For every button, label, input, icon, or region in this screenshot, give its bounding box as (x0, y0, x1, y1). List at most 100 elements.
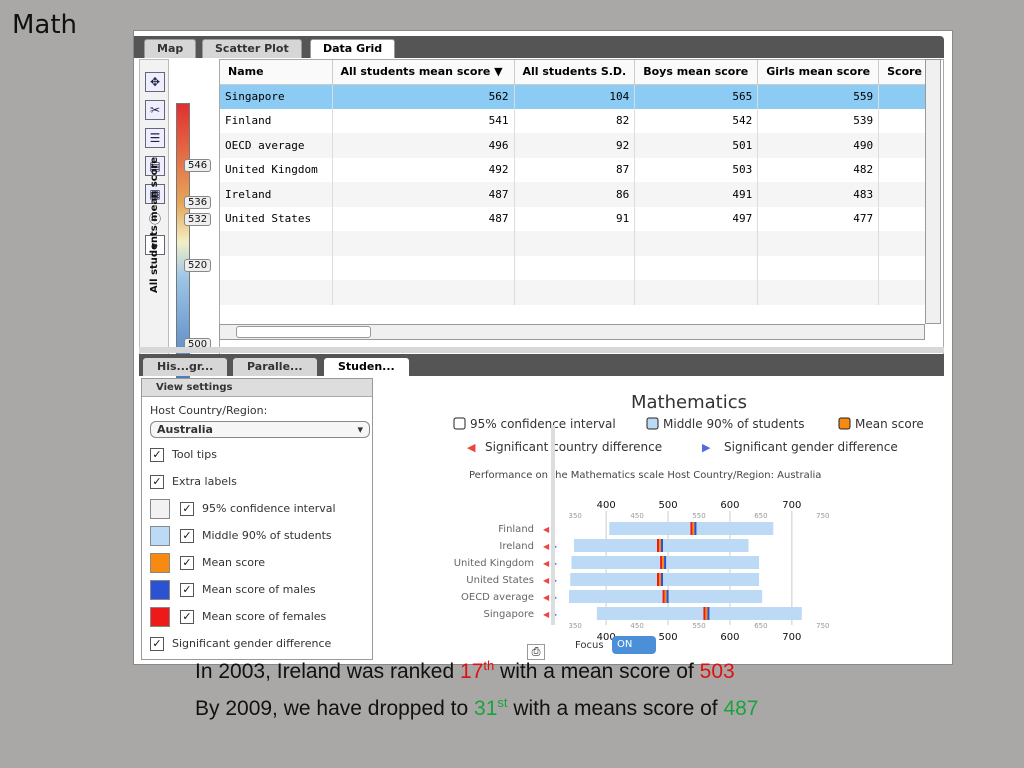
color-swatch[interactable] (150, 553, 170, 573)
check-label: 95% confidence interval (202, 502, 336, 515)
tab-scatter-plot[interactable]: Scatter Plot (202, 39, 302, 58)
chart-zoom-slider[interactable] (551, 425, 555, 625)
male-mean-mark (664, 556, 667, 569)
check-tooltips[interactable]: ✓ Tool tips (150, 445, 217, 465)
cell-name: United States (220, 206, 333, 231)
country-diff-icon: ◀ (543, 610, 550, 619)
checkbox[interactable]: ✓ (150, 475, 164, 489)
slide-caption: In 2003, Ireland was ranked 17th with a … (195, 650, 759, 724)
mean-mark (705, 607, 708, 620)
slider-tag[interactable]: 536 (184, 196, 212, 209)
chevron-down-icon: ▾ (357, 423, 363, 436)
legend-females[interactable]: ✓ Mean score of females (150, 607, 326, 627)
legend-ci[interactable]: ✓ 95% confidence interval (150, 499, 336, 519)
caption-line-2: By 2009, we have dropped to 31st with a … (195, 695, 759, 720)
cell-sd: 91 (514, 206, 636, 231)
panel-splitter[interactable] (139, 347, 944, 353)
country-diff-icon: ◀ (543, 559, 550, 568)
check-extra-labels[interactable]: ✓ Extra labels (150, 472, 237, 492)
slider-tag[interactable]: 546 (184, 159, 212, 172)
tab-student[interactable]: Studen... (324, 358, 409, 376)
checkbox[interactable]: ✓ (180, 610, 194, 624)
column-header-sd[interactable]: All students S.D. (514, 60, 636, 85)
tool-rail: ✥ ✂ ☰ ▤ ▦ ⓘ ▸ All students mean score (139, 59, 169, 374)
cell-mean: 562 (332, 84, 515, 109)
checkbox[interactable]: ✓ (150, 637, 164, 651)
tick-label: 500 (659, 500, 678, 511)
tab-map[interactable]: Map (144, 39, 197, 58)
host-country-select[interactable]: Australia ▾ (150, 421, 370, 438)
cell-girls: 490 (757, 133, 880, 158)
tab-parallel[interactable]: Paralle... (233, 358, 317, 376)
vertical-scrollbar[interactable] (925, 59, 941, 324)
country-diff-icon: ◀ (543, 593, 550, 602)
cell-sd: 82 (514, 108, 636, 133)
tick-label: 650 (754, 512, 767, 520)
student-chart-panel: Mathematics 95% confidence interval Midd… (379, 378, 949, 663)
category-label: Finland (498, 524, 534, 535)
host-country-value: Australia (157, 423, 213, 436)
table-row[interactable]: United Kingdom 492 87 503 482 (220, 157, 942, 182)
checkbox[interactable]: ✓ (180, 502, 194, 516)
tick-label: 600 (720, 632, 739, 643)
checkbox[interactable]: ✓ (180, 556, 194, 570)
table-row[interactable]: Ireland 487 86 491 483 (220, 182, 942, 207)
table-row[interactable]: OECD average 496 92 501 490 (220, 133, 942, 158)
table-row[interactable]: United States 487 91 497 477 (220, 206, 942, 231)
check-label: Mean score of females (202, 610, 327, 623)
cell-name: Ireland (220, 182, 333, 207)
color-swatch[interactable] (150, 526, 170, 546)
cell-boys: 497 (634, 206, 759, 231)
category-label: OECD average (461, 592, 534, 603)
scroll-thumb[interactable] (236, 326, 371, 338)
slide-title: Math (12, 10, 78, 40)
bottom-tabbar: His...gr... Paralle... Studen... (139, 354, 944, 376)
cell-boys: 503 (634, 157, 759, 182)
tick-label: 550 (692, 622, 705, 630)
table-row (220, 255, 942, 280)
mean-mark (692, 522, 695, 535)
slider-axis-label: All students mean score (149, 156, 160, 293)
cell-boys: 491 (634, 182, 759, 207)
column-header-boys[interactable]: Boys mean score (634, 60, 759, 85)
checkbox[interactable]: ✓ (180, 529, 194, 543)
legend-middle90[interactable]: ✓ Middle 90% of students (150, 526, 332, 546)
check-label: Significant gender difference (172, 637, 332, 650)
male-mean-mark (666, 590, 669, 603)
table-row[interactable]: Singapore 562 104 565 559 (220, 84, 942, 109)
column-header-mean[interactable]: All students mean score ▼ (332, 60, 515, 85)
slider-tag[interactable]: 532 (184, 213, 212, 226)
move-icon[interactable]: ✥ (145, 72, 165, 92)
cell-boys: 565 (634, 84, 759, 109)
color-swatch[interactable] (150, 580, 170, 600)
pisa-app-window: Map Scatter Plot Data Grid ✥ ✂ ☰ ▤ ▦ ⓘ ▸… (133, 30, 953, 665)
settings-header: View settings (142, 379, 372, 397)
checkbox[interactable]: ✓ (180, 583, 194, 597)
column-header-name[interactable]: Name (220, 60, 333, 85)
table-row[interactable]: Finland 541 82 542 539 (220, 108, 942, 133)
legend-mean[interactable]: ✓ Mean score (150, 553, 265, 573)
horizontal-scrollbar[interactable] (219, 324, 925, 340)
tab-histogram[interactable]: His...gr... (143, 358, 228, 376)
cell-mean: 487 (332, 182, 515, 207)
cell-sd: 87 (514, 157, 636, 182)
female-mean-mark (690, 522, 693, 535)
legend-swatch-middle90 (646, 417, 659, 430)
legend-swatch-mean (838, 417, 851, 430)
legend-label: Mean score (855, 417, 924, 431)
column-header-girls[interactable]: Girls mean score (757, 60, 880, 85)
check-label: Mean score (202, 556, 266, 569)
cell-mean: 492 (332, 157, 515, 182)
host-label: Host Country/Region: (150, 404, 268, 417)
slider-tag[interactable]: 520 (184, 259, 212, 272)
legend-label: Middle 90% of students (663, 417, 804, 431)
checkbox[interactable]: ✓ (150, 448, 164, 462)
legend-males[interactable]: ✓ Mean score of males (150, 580, 316, 600)
color-swatch[interactable] (150, 607, 170, 627)
legend-swatch-ci (453, 417, 466, 430)
tools-icon[interactable]: ✂ (145, 100, 165, 120)
tick-label: 450 (630, 512, 643, 520)
color-swatch[interactable] (150, 499, 170, 519)
tab-data-grid[interactable]: Data Grid (310, 39, 396, 58)
list-icon[interactable]: ☰ (145, 128, 165, 148)
